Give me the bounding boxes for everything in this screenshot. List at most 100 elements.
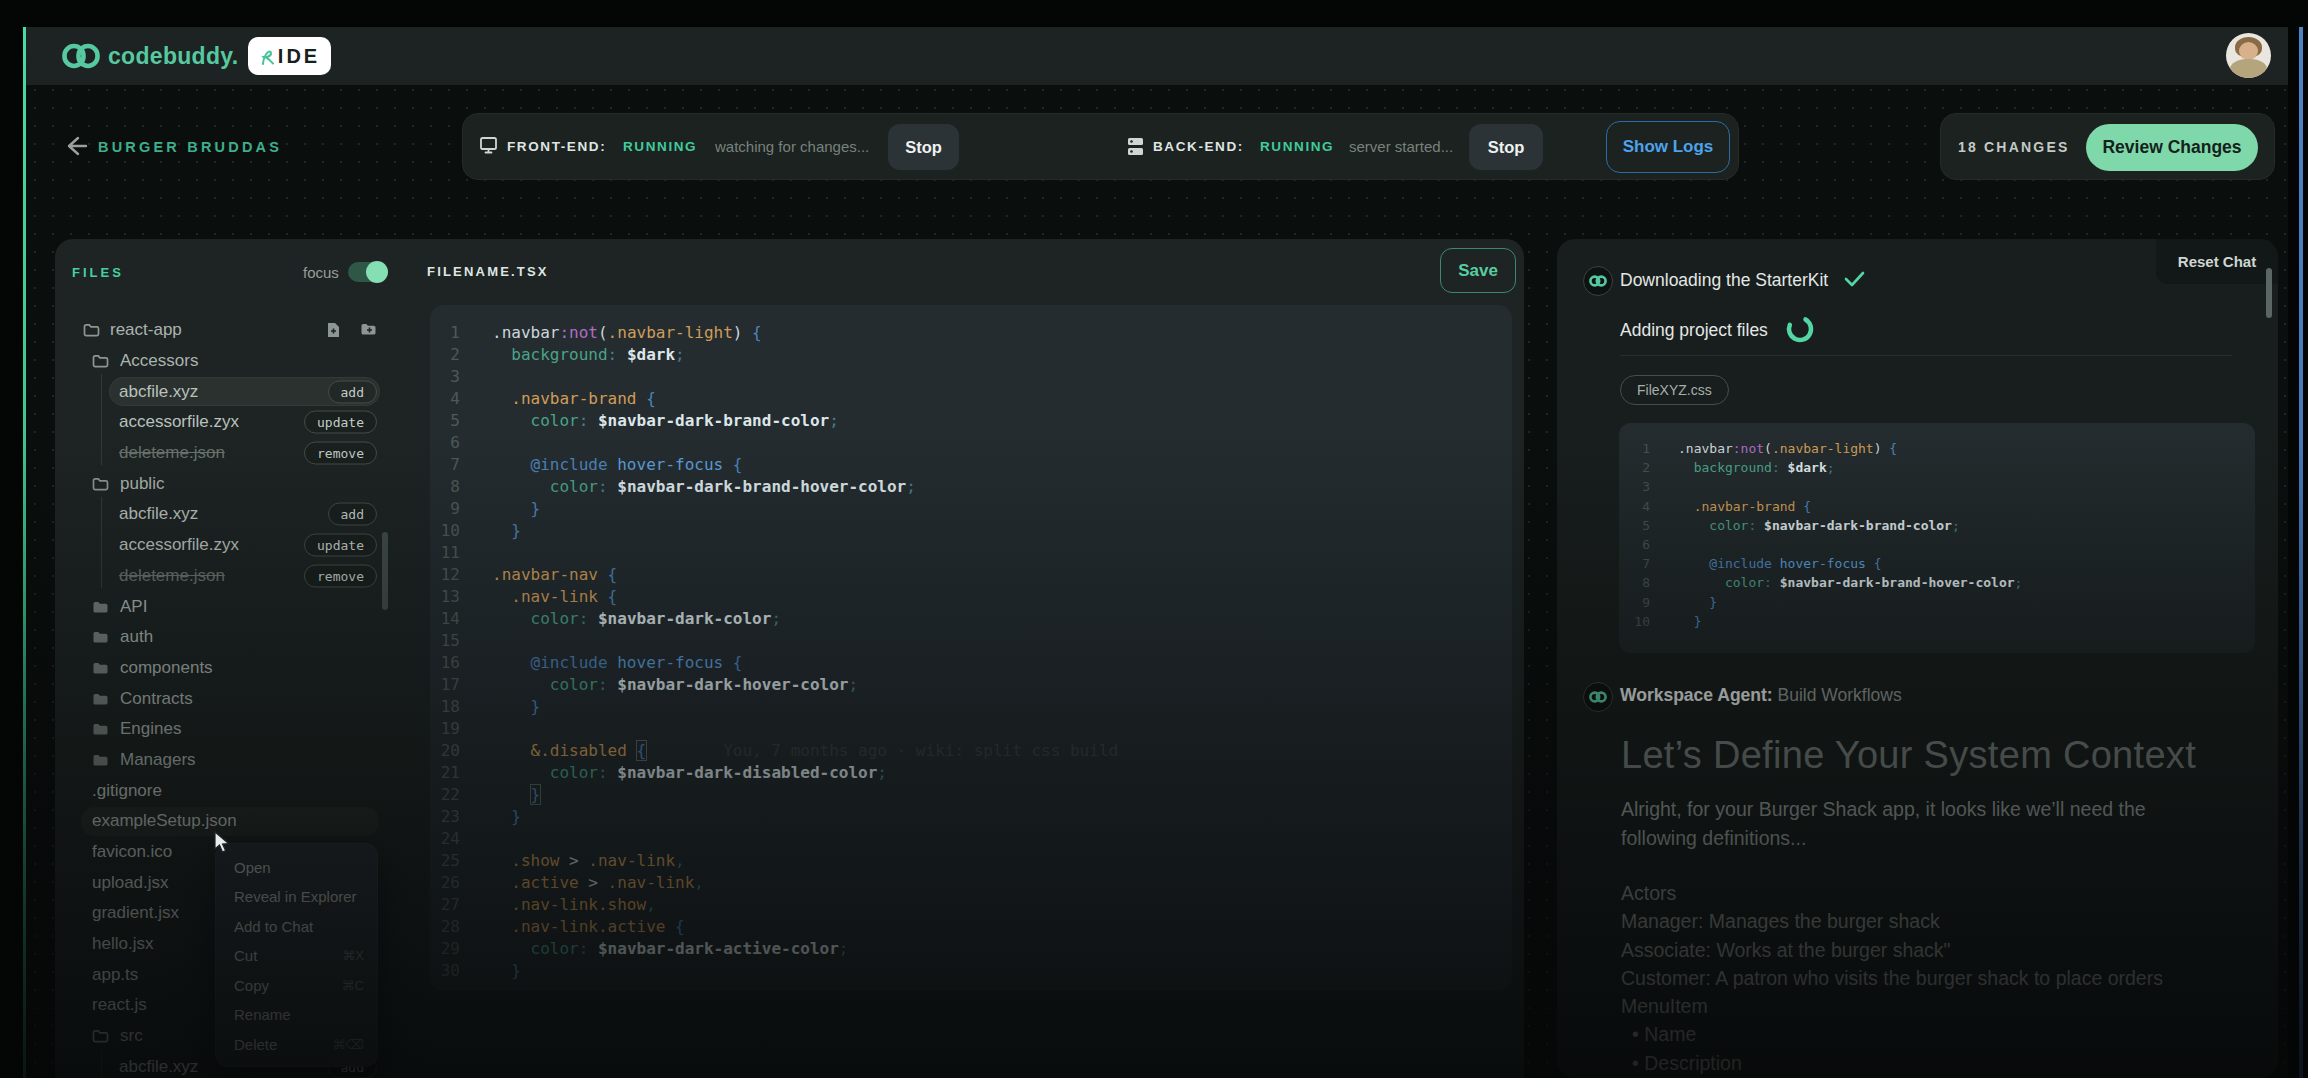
context-menu-item[interactable]: Cut⌘X: [216, 941, 377, 971]
folder-filled-icon: [92, 630, 109, 645]
chat-divider: [1620, 355, 2232, 356]
folder-filled-icon: [92, 752, 109, 767]
context-menu-item[interactable]: Copy⌘C: [216, 970, 377, 1000]
chat-step-adding: Adding project files: [1620, 314, 1815, 344]
folder-open-icon: [92, 1029, 109, 1044]
file-tree-scrollbar[interactable]: [382, 532, 388, 610]
folder-open-icon: [92, 476, 109, 491]
workspace-panel: FILES focus react-appAccessorsabcfile.xy…: [55, 239, 1524, 1078]
chat-list-item: Associate: Works at the burger shack": [1621, 936, 2163, 964]
folder-tree-item[interactable]: public: [55, 468, 385, 499]
file-status-badge: remove: [304, 442, 377, 465]
changes-card: 18 CHANGES Review Changes: [1940, 113, 2275, 180]
workspace-agent-row: Workspace Agent: Build Workflows: [1620, 685, 1902, 706]
file-status-badge: add: [328, 503, 377, 526]
files-panel-title: FILES: [72, 265, 124, 280]
chat-panel: Reset Chat Downloading the StarterKit Ad…: [1557, 239, 2278, 1078]
agent-avatar-icon: [1583, 682, 1613, 712]
focus-label: focus: [303, 264, 339, 281]
agent-avatar-icon: [1583, 266, 1613, 296]
folder-tree-item[interactable]: react-app: [55, 315, 385, 346]
codebuddy-logo-icon: [62, 43, 100, 73]
mouse-cursor: [211, 830, 233, 858]
file-tree-item[interactable]: accessorfile.zyxupdate: [55, 407, 385, 438]
status-bar: FRONT-END: RUNNING watching for changes.…: [462, 113, 1739, 180]
show-logs-button[interactable]: Show Logs: [1606, 121, 1730, 173]
folder-filled-icon: [92, 691, 109, 706]
back-end-state: RUNNING: [1260, 139, 1334, 154]
front-end-message: watching for changes...: [715, 138, 869, 155]
review-changes-button[interactable]: Review Changes: [2086, 124, 2258, 171]
chat-list-item: Manager: Manages the burger shack: [1621, 907, 2163, 935]
chat-step-download: Downloading the StarterKit: [1620, 270, 1867, 291]
folder-tree-item[interactable]: Managers: [55, 745, 385, 776]
folder-open-icon: [83, 323, 100, 338]
chat-definitions-list: ActorsManager: Manages the burger shackA…: [1621, 879, 2163, 1077]
chat-list-item: Actors: [1621, 879, 2163, 907]
spinner-icon: [1785, 314, 1815, 344]
back-button[interactable]: [62, 133, 88, 159]
file-tree-item[interactable]: accessorfile.zyxupdate: [55, 530, 385, 561]
folder-filled-icon: [92, 722, 109, 737]
changes-count: 18 CHANGES: [1958, 139, 2069, 155]
context-menu-item[interactable]: Add to Chat: [216, 911, 377, 941]
file-status-badge: update: [304, 534, 377, 557]
brand-name: codebuddy.: [108, 43, 238, 70]
folder-filled-icon: [92, 599, 109, 614]
chat-list-item: MenuItem: [1621, 992, 2163, 1020]
front-end-state: RUNNING: [623, 139, 697, 154]
ide-badge-r-icon: [259, 46, 276, 67]
folder-tree-item[interactable]: components: [55, 653, 385, 684]
front-end-stop-button[interactable]: Stop: [888, 124, 959, 170]
chat-list-item: Customer: A patron who visits the burger…: [1621, 964, 2163, 992]
new-file-icon: [326, 322, 341, 339]
reset-chat-button[interactable]: Reset Chat: [2156, 239, 2278, 284]
check-icon: [1843, 270, 1867, 288]
ide-badge: IDE: [248, 37, 331, 75]
file-tree-item[interactable]: deleteme.jsonremove: [55, 438, 385, 469]
back-end-stop-button[interactable]: Stop: [1469, 124, 1543, 170]
file-status-badge: remove: [304, 564, 377, 587]
file-tree-item[interactable]: abcfile.xyzadd: [55, 376, 385, 407]
back-end-label: BACK-END:: [1153, 139, 1244, 154]
app-background: codebuddy. IDE BURGER BRUDDAS FRONT-END:…: [26, 27, 2288, 1078]
window-right-border: [2299, 27, 2303, 1078]
folder-tree-item[interactable]: Accessors: [55, 346, 385, 377]
file-tree-item[interactable]: deleteme.jsonremove: [55, 561, 385, 592]
chat-code-block: 1.navbar:not(.navbar-light) {2 backgroun…: [1619, 423, 2255, 653]
folder-tree-item[interactable]: auth: [55, 622, 385, 653]
code-editor[interactable]: 1.navbar:not(.navbar-light) {2 backgroun…: [430, 305, 1512, 991]
chat-heading: Let’s Define Your System Context: [1621, 734, 2196, 777]
folder-tree-item[interactable]: Engines: [55, 714, 385, 745]
chat-list-item: • Name: [1632, 1020, 2163, 1048]
context-menu-item[interactable]: Rename: [216, 1000, 377, 1030]
file-tree-item[interactable]: .gitignore: [55, 775, 385, 806]
context-menu-item[interactable]: Open: [216, 852, 377, 882]
chat-scrollbar[interactable]: [2266, 268, 2272, 318]
back-end-message: server started...: [1349, 138, 1453, 155]
save-button[interactable]: Save: [1440, 248, 1516, 293]
folder-tree-item[interactable]: API: [55, 591, 385, 622]
server-icon: [1127, 137, 1144, 161]
ide-badge-label: IDE: [278, 45, 320, 68]
front-end-label: FRONT-END:: [507, 139, 606, 154]
editor-filename: FILENAME.TSX: [427, 264, 549, 279]
file-status-badge: update: [304, 411, 377, 434]
project-name[interactable]: BURGER BRUDDAS: [98, 139, 282, 155]
chat-paragraph: Alright, for your Burger Shack app, it l…: [1621, 795, 2146, 853]
context-menu-item[interactable]: Delete⌘⌫: [216, 1029, 377, 1059]
new-folder-icon: [360, 322, 377, 337]
file-chip[interactable]: FileXYZ.css: [1620, 375, 1729, 405]
folder-open-icon: [92, 354, 109, 369]
folder-tree-item[interactable]: Contracts: [55, 683, 385, 714]
context-menu: OpenReveal in ExplorerAdd to ChatCut⌘XCo…: [215, 843, 378, 1067]
user-avatar[interactable]: [2226, 33, 2271, 78]
folder-filled-icon: [92, 660, 109, 675]
file-tree-item[interactable]: abcfile.xyzadd: [55, 499, 385, 530]
context-menu-item[interactable]: Reveal in Explorer: [216, 882, 377, 912]
monitor-icon: [479, 136, 498, 159]
file-status-badge: add: [328, 380, 377, 403]
focus-toggle[interactable]: [348, 262, 386, 282]
chat-list-item: • Description: [1632, 1049, 2163, 1077]
app-header: codebuddy. IDE: [26, 27, 2288, 85]
